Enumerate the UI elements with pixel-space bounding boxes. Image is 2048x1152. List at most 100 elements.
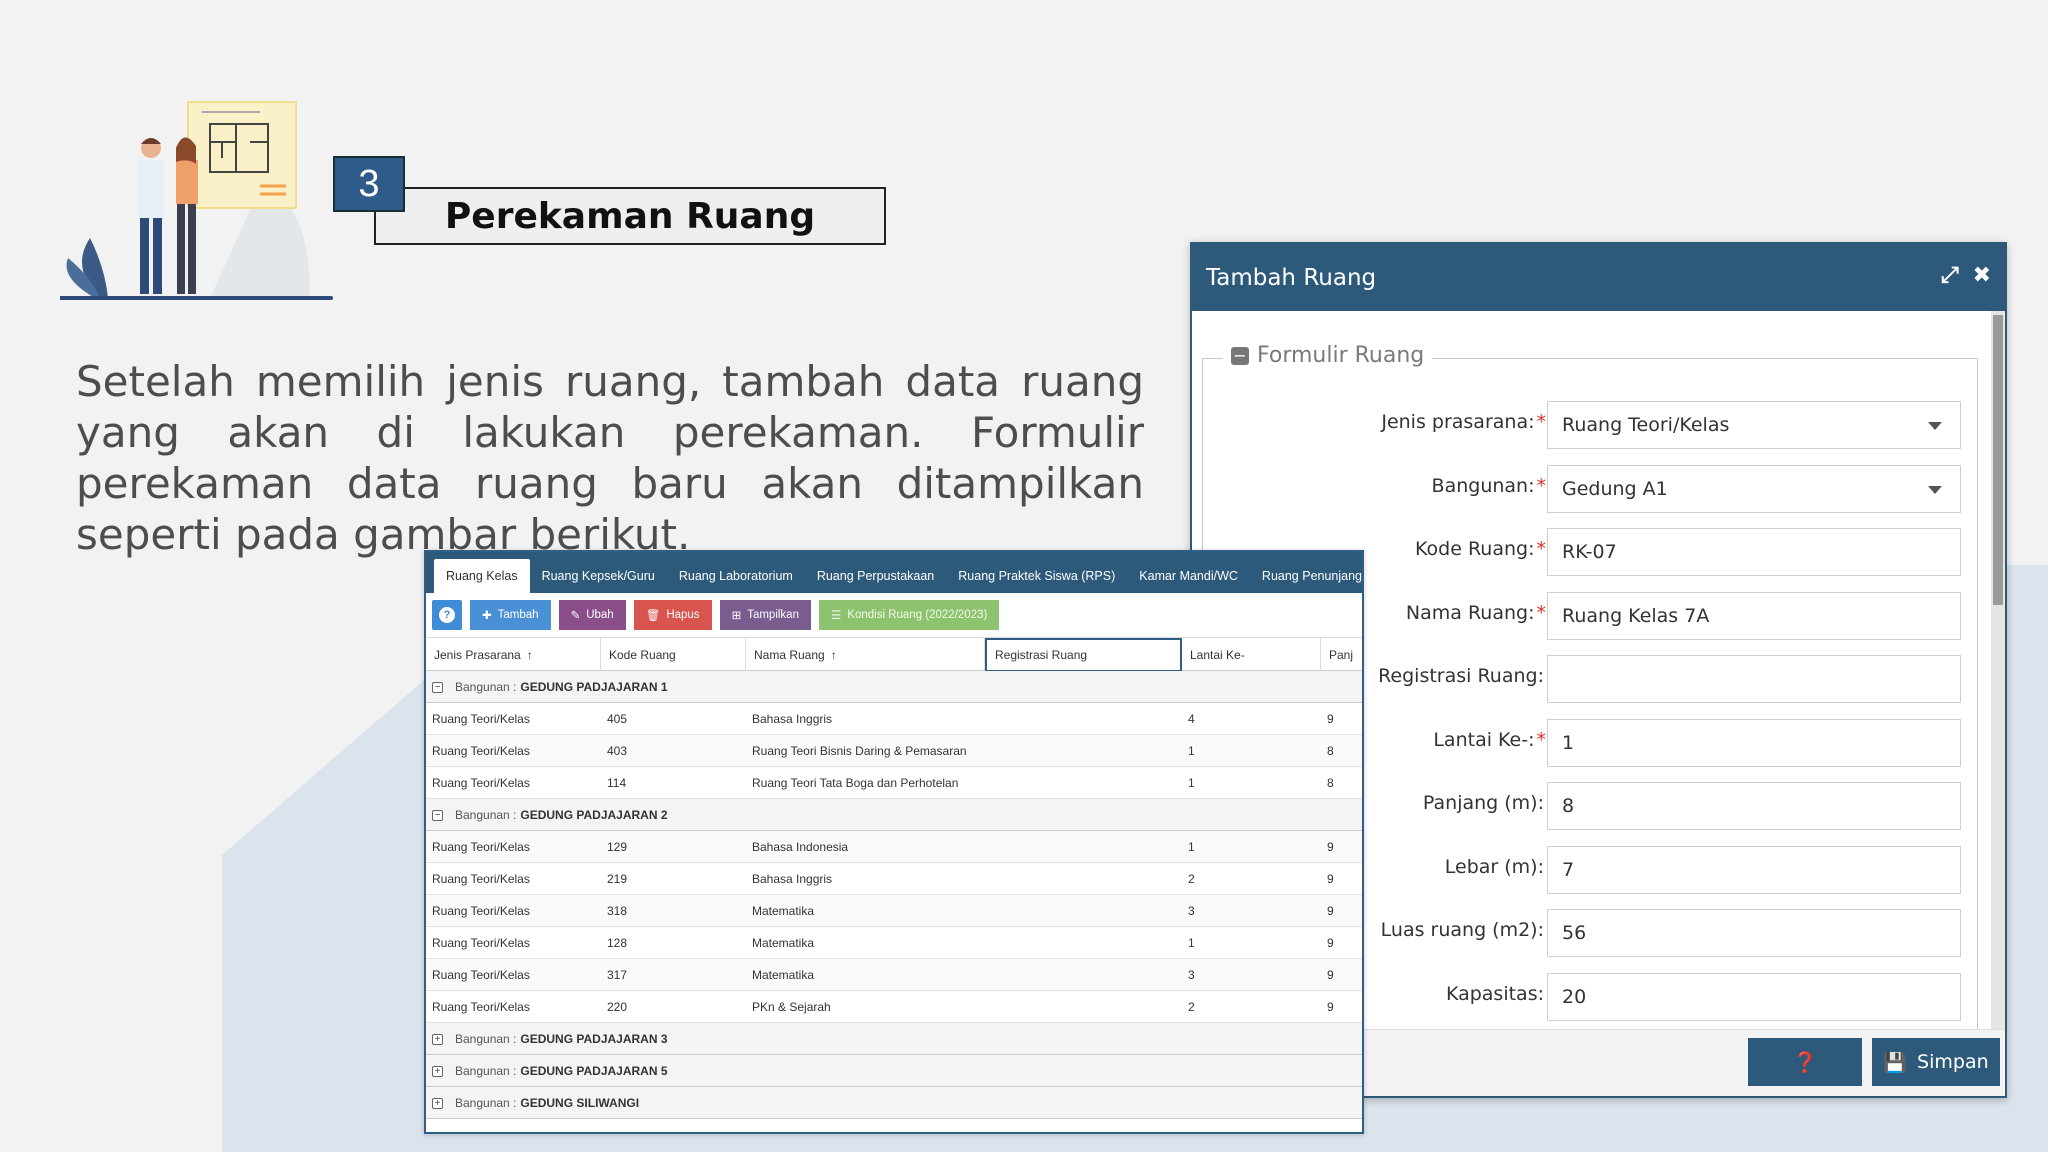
- table-row[interactable]: Ruang Teori/Kelas 114 Ruang Teori Tata Bog…: [426, 767, 1362, 799]
- column-header[interactable]: Registrasi Ruang: [985, 638, 1182, 672]
- collapse-icon[interactable]: −: [432, 681, 443, 693]
- table-header: Jenis Prasarana ↑ Kode Ruang Nama Ruang ↑ R…: [426, 637, 1362, 672]
- table-cell: [991, 703, 1180, 735]
- group-prefix: Bangunan :: [455, 680, 517, 694]
- column-header[interactable]: Panj: [1321, 638, 1362, 672]
- group-row[interactable]: + Bangunan : GEDUNG SILIWANGI: [426, 1087, 1362, 1119]
- collapse-icon[interactable]: −: [432, 809, 443, 821]
- text-field[interactable]: [1547, 655, 1961, 703]
- column-header-label: Registrasi Ruang: [995, 648, 1088, 662]
- pencil-icon: ✎: [570, 610, 581, 622]
- group-row[interactable]: + Bangunan : GEDUNG PADJAJARAN 5: [426, 1055, 1362, 1087]
- tab-kamar-mandi-wc[interactable]: Kamar Mandi/WC: [1127, 559, 1250, 593]
- group-row[interactable]: + Bangunan : GEDUNG PADJAJARAN 3: [426, 1023, 1362, 1055]
- room-condition-button[interactable]: ☰ Kondisi Ruang (2022/2023): [818, 600, 1000, 630]
- field-label: Lantai Ke-: *: [1433, 729, 1546, 751]
- field-label: Kapasitas:: [1446, 983, 1546, 1005]
- table-cell: Ruang Teori/Kelas: [432, 840, 530, 854]
- delete-button[interactable]: 🗑 Hapus: [633, 600, 712, 630]
- table-cell: Matematika: [752, 904, 815, 918]
- group-row[interactable]: − Bangunan : GEDUNG PADJAJARAN 1: [426, 671, 1362, 703]
- tab-ruang-perpustakaan[interactable]: Ruang Perpustakaan: [805, 559, 946, 593]
- column-header-label: Nama Ruang: [754, 648, 825, 662]
- table-row[interactable]: Ruang Teori/Kelas 403 Ruang Teori Bisnis D…: [426, 735, 1362, 767]
- tab-ruang-penunjang[interactable]: Ruang Penunjang: [1250, 559, 1362, 593]
- table-cell: 2: [1188, 872, 1195, 886]
- table-cell: 317: [607, 968, 628, 982]
- text-field[interactable]: 56: [1547, 909, 1961, 957]
- field-label-text: Jenis prasarana:: [1381, 411, 1535, 433]
- text-field[interactable]: 8: [1547, 782, 1961, 830]
- show-button[interactable]: ⊞ Tampilkan: [719, 600, 811, 630]
- select-field[interactable]: Ruang Teori/Kelas: [1547, 401, 1961, 449]
- field-label: Jenis prasarana: *: [1381, 411, 1546, 433]
- expand-icon[interactable]: +: [432, 1097, 443, 1109]
- field-value: 1: [1562, 731, 1575, 754]
- required-marker: *: [1536, 474, 1547, 497]
- table-cell: 128: [607, 936, 628, 950]
- table-row[interactable]: Ruang Teori/Kelas 318 Matematika 3 9: [426, 895, 1362, 927]
- group-prefix: Bangunan :: [455, 1064, 517, 1078]
- add-button[interactable]: ✚ Tambah: [470, 600, 551, 630]
- form-row: Bangunan: * Gedung A1: [1203, 464, 1979, 513]
- add-label: Tambah: [497, 609, 539, 621]
- trash-icon: 🗑: [645, 610, 661, 622]
- tab-ruang-laboratorium[interactable]: Ruang Laboratorium: [667, 559, 805, 593]
- column-header-label: Kode Ruang: [609, 648, 676, 662]
- text-field[interactable]: 7: [1547, 845, 1961, 894]
- select-field[interactable]: Gedung A1: [1547, 464, 1961, 513]
- field-label-text: Bangunan:: [1431, 474, 1535, 497]
- group-prefix: Bangunan :: [455, 1032, 517, 1046]
- modal-scrollbar[interactable]: [1991, 311, 2005, 1029]
- column-header[interactable]: Kode Ruang: [601, 638, 746, 672]
- table-cell: [991, 767, 1180, 799]
- table-cell: [991, 959, 1180, 991]
- text-field[interactable]: 20: [1547, 972, 1961, 1021]
- help-button[interactable]: ?: [432, 600, 462, 630]
- modal-header: Tambah Ruang ⤢ ✖: [1192, 244, 2005, 311]
- table-cell: [991, 895, 1180, 927]
- table-cell: 2: [1188, 1000, 1195, 1014]
- fieldset-legend[interactable]: − Formulir Ruang: [1223, 343, 1433, 368]
- table-row[interactable]: Ruang Teori/Kelas 128 Matematika 1 9: [426, 927, 1362, 959]
- table-cell: Ruang Teori/Kelas: [432, 936, 530, 950]
- scrollbar-thumb[interactable]: [1993, 315, 2003, 605]
- table-cell: 9: [1327, 872, 1334, 886]
- column-header[interactable]: Lantai Ke-: [1182, 638, 1321, 672]
- expand-icon[interactable]: ⤢: [1941, 264, 1959, 288]
- save-button[interactable]: 💾 Simpan: [1872, 1038, 2000, 1086]
- table-row[interactable]: Ruang Teori/Kelas 317 Matematika 3 9: [426, 959, 1362, 991]
- room-type-tabs: Ruang Kelas Ruang Kepsek/Guru Ruang Labora…: [426, 552, 1362, 593]
- table-cell: Matematika: [752, 968, 815, 982]
- field-label-text: Panjang (m):: [1422, 792, 1544, 814]
- table-row[interactable]: Ruang Teori/Kelas 220 PKn & Sejarah 2 9: [426, 991, 1362, 1023]
- table-row[interactable]: Ruang Teori/Kelas 129 Bahasa Indonesia 1 9: [426, 831, 1362, 863]
- group-row[interactable]: − Bangunan : GEDUNG PADJAJARAN 2: [426, 799, 1362, 831]
- table-row[interactable]: Ruang Teori/Kelas 405 Bahasa Inggris 4 9: [426, 703, 1362, 735]
- table-cell: 1: [1188, 936, 1195, 950]
- table-row[interactable]: Ruang Teori/Kelas 219 Bahasa Inggris 2 9: [426, 863, 1362, 895]
- column-header[interactable]: Nama Ruang ↑: [746, 638, 985, 672]
- tab-ruang-praktek-siswa-rps[interactable]: Ruang Praktek Siswa (RPS): [946, 559, 1127, 593]
- field-label-text: Lantai Ke-:: [1433, 728, 1535, 751]
- expand-icon[interactable]: +: [432, 1033, 443, 1045]
- table-cell: [991, 735, 1180, 767]
- tab-ruang-kepsek-guru[interactable]: Ruang Kepsek/Guru: [530, 559, 667, 593]
- expand-icon[interactable]: +: [432, 1065, 443, 1077]
- table-cell: Matematika: [752, 936, 815, 950]
- table-cell: [991, 831, 1180, 863]
- edit-button[interactable]: ✎ Ubah: [558, 600, 626, 630]
- close-icon[interactable]: ✖: [1973, 264, 1991, 288]
- chevron-down-icon: [1928, 485, 1942, 494]
- column-header-label: Jenis Prasarana: [434, 648, 521, 662]
- people-with-floorplan-illustration: [60, 101, 333, 300]
- show-label: Tampilkan: [747, 609, 799, 621]
- tab-ruang-kelas[interactable]: Ruang Kelas: [434, 559, 530, 593]
- help-button[interactable]: ❓: [1748, 1038, 1862, 1086]
- text-field[interactable]: RK-07: [1547, 528, 1961, 576]
- text-field[interactable]: 1: [1547, 718, 1961, 767]
- text-field[interactable]: Ruang Kelas 7A: [1547, 591, 1961, 640]
- collapse-icon[interactable]: −: [1231, 346, 1249, 365]
- column-header[interactable]: Jenis Prasarana ↑: [426, 638, 601, 672]
- table-cell: 3: [1188, 968, 1195, 982]
